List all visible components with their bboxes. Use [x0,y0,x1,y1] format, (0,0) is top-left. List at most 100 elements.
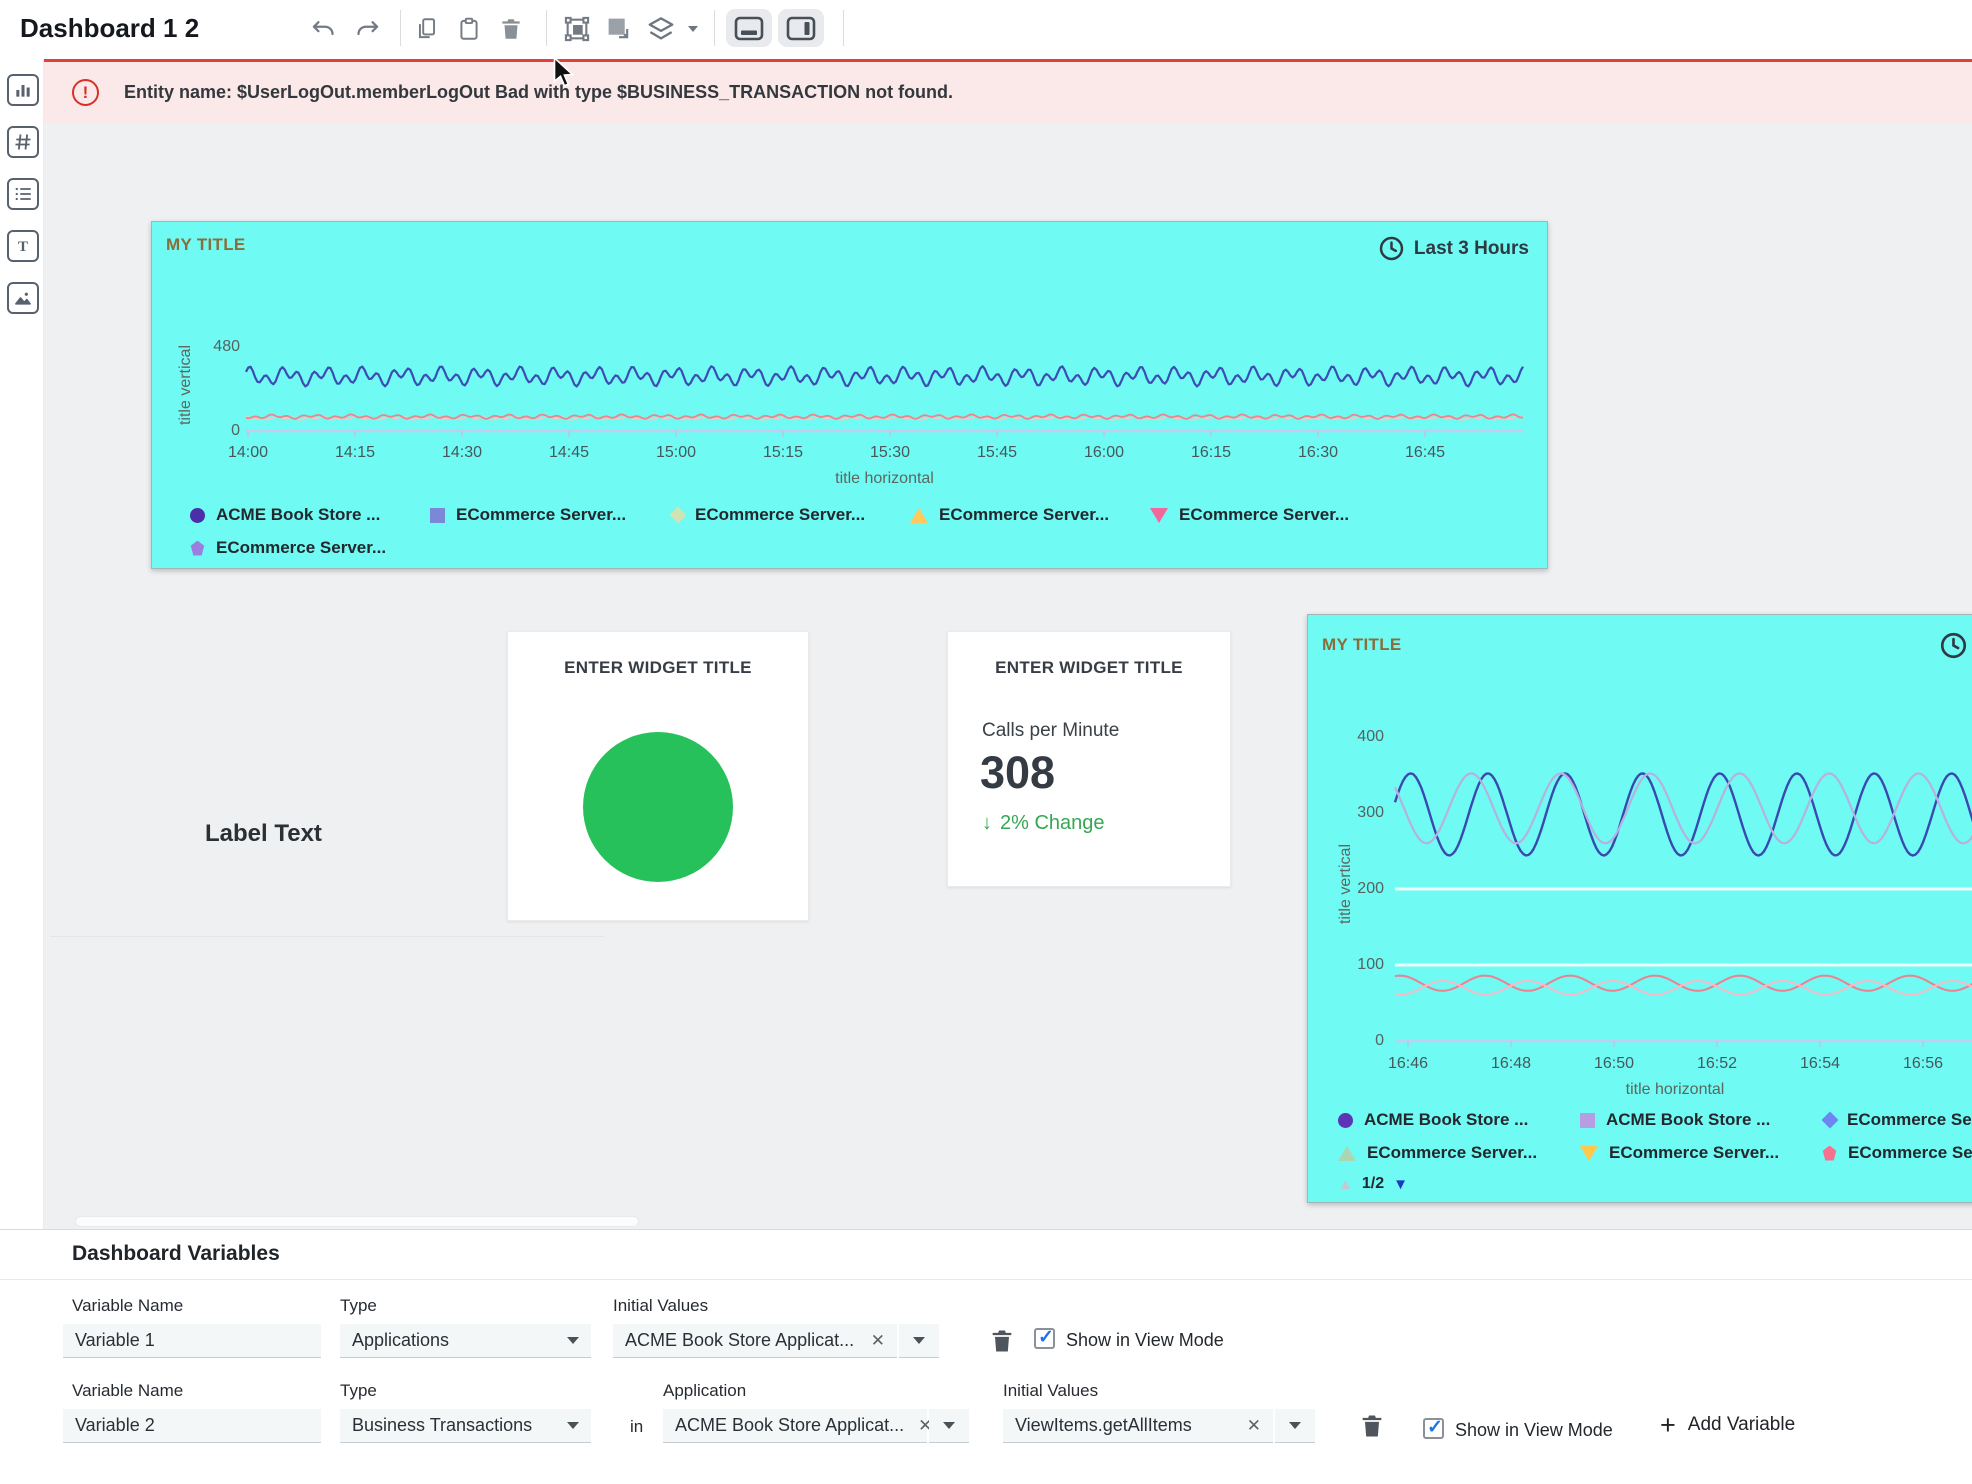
layers-caret-button[interactable] [684,14,702,44]
legend-label: ECommerce Server... [216,538,386,558]
legend-label: ECommerce Server... [456,505,626,525]
circle-marker-icon [1338,1113,1353,1128]
timeseries-widget-1[interactable]: MY TITLE Last 3 Hours title vertical 480… [151,221,1548,569]
x-axis-ticks: 14:0014:1514:3014:4515:0015:1515:3015:45… [246,444,1523,464]
delete-button[interactable] [496,14,526,44]
legend-item: ECommerce Ser... [1822,1143,1972,1163]
x-tick-label: 14:30 [442,444,482,462]
x-tick-label: 15:45 [977,444,1017,462]
y-tick-label: 400 [1357,728,1384,746]
type-select[interactable]: Applications [340,1324,591,1358]
paste-button[interactable] [454,14,484,44]
copy-icon [414,16,440,42]
ungroup-button[interactable] [604,14,634,44]
toolbar-separator [843,10,844,46]
initial-values-token[interactable]: ViewItems.getAllItems ✕ [1003,1409,1273,1443]
legend-item: ECommerce Server... [1338,1143,1580,1163]
show-in-view-mode-checkbox[interactable]: ✓ [1034,1328,1055,1349]
redo-button[interactable] [352,14,382,44]
remove-token-icon[interactable]: ✕ [857,1331,885,1351]
initial-values-dropdown[interactable] [1275,1409,1315,1443]
layers-button[interactable] [646,14,676,44]
undo-button[interactable] [308,14,338,44]
time-range[interactable]: Last 3 Hours [1378,235,1529,262]
panel-heading: Dashboard Variables [72,1242,280,1266]
x-tick-label: 15:30 [870,444,910,462]
label-widget-text: Label Text [205,820,322,848]
horizontal-scrollbar[interactable] [75,1216,639,1227]
pentagon-marker-icon [190,541,205,556]
application-token[interactable]: ACME Book Store Applicat... ✕ [663,1409,927,1443]
show-in-view-mode-checkbox[interactable]: ✓ [1423,1418,1444,1439]
legend-label: ACME Book Store ... [1606,1110,1770,1130]
show-in-view-mode-label: Show in View Mode [1066,1330,1224,1351]
sidebar-item-text-widget[interactable]: T [7,230,39,262]
pager-up-icon[interactable]: ▲ [1338,1176,1353,1193]
y-axis-ticks: 4800 [172,339,240,431]
in-label: in [630,1417,643,1437]
type-select-value: Business Transactions [352,1415,532,1436]
line-chart [246,339,1523,439]
panel-bottom-toggle[interactable] [726,9,772,47]
legend-label: ACME Book Store ... [1364,1110,1528,1130]
token-text: ACME Book Store Applicat... [675,1415,904,1436]
x-tick-label: 16:30 [1298,444,1338,462]
variable-name-input[interactable] [63,1409,321,1443]
metric-label: Calls per Minute [982,720,1119,742]
x-axis-title: title horizontal [1395,1081,1955,1099]
panel-right-toggle[interactable] [778,9,824,47]
type-label: Type [340,1381,377,1401]
time-range[interactable] [1939,631,1968,660]
type-select[interactable]: Business Transactions [340,1409,591,1443]
x-tick-label: 16:54 [1800,1055,1840,1073]
add-variable-button[interactable]: + Add Variable [1660,1414,1795,1436]
dashboard-editor: Dashboard 1 2 [0,0,1972,1484]
type-select-value: Applications [352,1330,449,1351]
y-tick-label: 0 [1375,1032,1384,1050]
pie-widget[interactable]: ENTER WIDGET TITLE [507,631,809,921]
delete-variable-button[interactable] [988,1326,1016,1356]
remove-token-icon[interactable]: ✕ [1233,1416,1261,1436]
initial-values-dropdown[interactable] [899,1324,939,1358]
legend-label: ECommerce Ser... [1847,1110,1972,1130]
application-dropdown[interactable] [929,1409,969,1443]
group-button[interactable] [562,14,592,44]
timeseries-widget-2[interactable]: MY TITLE title vertical 4003002001000 16… [1307,614,1972,1203]
delete-variable-button[interactable] [1358,1411,1386,1441]
legend-label: ACME Book Store ... [216,505,380,525]
chevron-down-icon [913,1337,925,1344]
legend-label: ECommerce Ser... [1848,1143,1972,1163]
x-tick-label: 16:48 [1491,1055,1531,1073]
y-tick-label: 300 [1357,804,1384,822]
check-icon: ✓ [1427,1416,1443,1439]
line-chart [1395,727,1972,1049]
toolbar-separator [546,10,547,46]
panel-right-icon [786,16,816,41]
copy-button[interactable] [412,14,442,44]
triangle-up-marker-icon [1338,1146,1356,1161]
x-axis-ticks: 16:4616:4816:5016:5216:5416:56 [1395,1055,1972,1075]
metric-value: 308 [980,747,1055,799]
arrow-down-icon: ↓ [982,812,992,835]
pager-down-icon[interactable]: ▼ [1393,1176,1408,1193]
image-icon [13,288,33,308]
variable-name-label: Variable Name [72,1296,183,1316]
sidebar-item-list-widget[interactable] [7,178,39,210]
sidebar-item-metric-widget[interactable] [7,126,39,158]
x-tick-label: 16:50 [1594,1055,1634,1073]
token-text: ACME Book Store Applicat... [625,1330,854,1351]
variable-name-input[interactable] [63,1324,321,1358]
initial-values-token[interactable]: ACME Book Store Applicat... ✕ [613,1324,897,1358]
triangle-up-marker-icon [910,508,928,523]
redo-icon [354,16,381,43]
y-tick-label: 200 [1357,880,1384,898]
sidebar-item-image-widget[interactable] [7,282,39,314]
legend-item: ACME Book Store ... [1338,1110,1580,1130]
sidebar-item-chart-widget[interactable] [7,74,39,106]
metric-widget[interactable]: ENTER WIDGET TITLE Calls per Minute 308 … [947,631,1231,887]
error-message: Entity name: $UserLogOut.memberLogOut Ba… [124,82,953,103]
widget-title: ENTER WIDGET TITLE [948,658,1230,678]
group-icon [563,15,591,43]
trash-icon [988,1326,1016,1356]
legend-item: ACME Book Store ... [1580,1110,1822,1130]
